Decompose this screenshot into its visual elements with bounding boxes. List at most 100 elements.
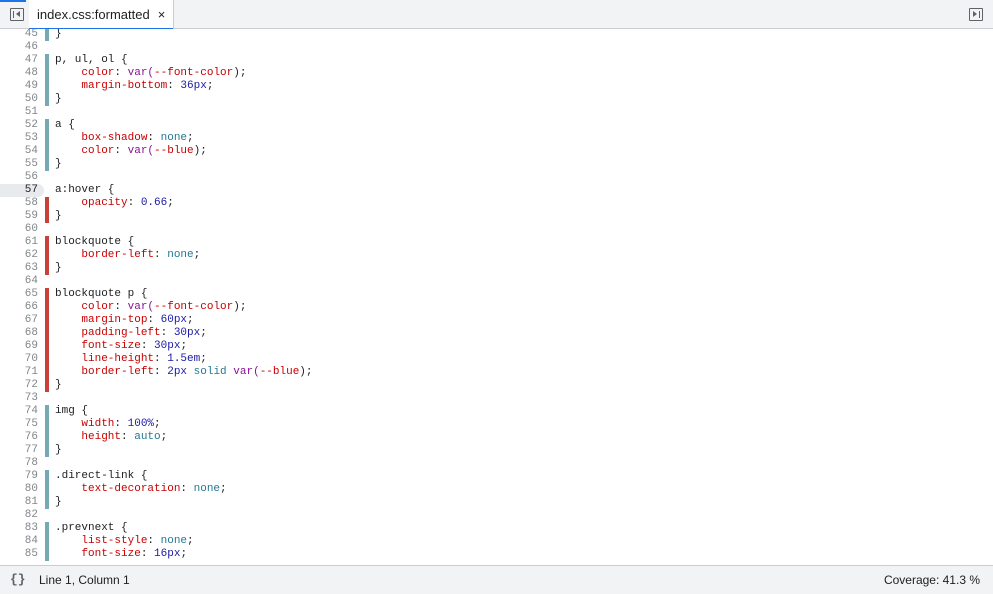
code-token: :	[154, 366, 168, 378]
coverage-unused-marker	[45, 197, 49, 210]
code-editor[interactable]: 45} 46 47 p, ul, ol {48 color: var(--font-c…	[0, 29, 993, 565]
code-line[interactable]: 65 blockquote p {	[0, 288, 993, 301]
line-number[interactable]: 55	[0, 158, 38, 171]
code-line[interactable]: 83 .prevnext {	[0, 522, 993, 535]
code-line[interactable]: 49 margin-bottom: 36px;	[0, 80, 993, 93]
line-number[interactable]: 81	[0, 496, 38, 509]
line-number[interactable]: 49	[0, 80, 38, 93]
code-line[interactable]: 79 .direct-link {	[0, 470, 993, 483]
code-token: :	[154, 353, 168, 365]
line-number[interactable]: 83	[0, 522, 38, 535]
line-number[interactable]: 82	[0, 509, 38, 522]
line-number[interactable]: 48	[0, 67, 38, 80]
line-code: color: var(--blue);	[55, 145, 206, 158]
code-line[interactable]: 60	[0, 223, 993, 236]
line-code: .prevnext {	[55, 522, 128, 535]
code-line[interactable]: 50}	[0, 93, 993, 106]
line-number[interactable]: 78	[0, 457, 38, 470]
code-line[interactable]: 55}	[0, 158, 993, 171]
line-number[interactable]: 71	[0, 366, 38, 379]
code-line[interactable]: 85 font-size: 16px;	[0, 548, 993, 561]
code-line[interactable]: 54 color: var(--blue);	[0, 145, 993, 158]
line-number[interactable]: 72	[0, 379, 38, 392]
code-line[interactable]: 51	[0, 106, 993, 119]
line-number[interactable]: 68	[0, 327, 38, 340]
code-line[interactable]: 84 list-style: none;	[0, 535, 993, 548]
code-line[interactable]: 66 color: var(--font-color);	[0, 301, 993, 314]
code-line[interactable]: 47 p, ul, ol {	[0, 54, 993, 67]
pretty-print-icon[interactable]: {}	[10, 572, 26, 587]
code-line[interactable]: 82	[0, 509, 993, 522]
code-line[interactable]: 64	[0, 275, 993, 288]
line-number[interactable]: 73	[0, 392, 38, 405]
line-number[interactable]: 60	[0, 223, 38, 236]
code-line[interactable]: 53 box-shadow: none;	[0, 132, 993, 145]
line-number[interactable]: 52	[0, 119, 38, 132]
code-token: }	[55, 262, 62, 274]
code-line[interactable]: 80 text-decoration: none;	[0, 483, 993, 496]
tab-index-css-formatted[interactable]: index.css:formatted ×	[0, 0, 175, 30]
code-line[interactable]: 73	[0, 392, 993, 405]
code-line[interactable]: 70 line-height: 1.5em;	[0, 353, 993, 366]
line-number[interactable]: 45	[0, 29, 38, 41]
code-line[interactable]: 61 blockquote {	[0, 236, 993, 249]
line-number[interactable]: 74	[0, 405, 38, 418]
code-line[interactable]: 57 a:hover {	[0, 184, 993, 197]
line-number[interactable]: 75	[0, 418, 38, 431]
navigator-arrow-glyph	[16, 11, 20, 17]
code-line[interactable]: 58 opacity: 0.66;	[0, 197, 993, 210]
line-number[interactable]: 63	[0, 262, 38, 275]
code-line[interactable]: 74 img {	[0, 405, 993, 418]
line-number[interactable]: 66	[0, 301, 38, 314]
line-number[interactable]: 77	[0, 444, 38, 457]
line-number[interactable]: 50	[0, 93, 38, 106]
code-line[interactable]: 69 font-size: 30px;	[0, 340, 993, 353]
line-number[interactable]: 56	[0, 171, 38, 184]
line-number[interactable]: 64	[0, 275, 38, 288]
code-line[interactable]: 72}	[0, 379, 993, 392]
line-number[interactable]: 84	[0, 535, 38, 548]
code-line[interactable]: 46	[0, 41, 993, 54]
code-token: }	[55, 496, 62, 508]
line-number[interactable]: 79	[0, 470, 38, 483]
code-line[interactable]: 68 padding-left: 30px;	[0, 327, 993, 340]
code-line[interactable]: 77}	[0, 444, 993, 457]
code-line[interactable]: 78	[0, 457, 993, 470]
code-line[interactable]: 75 width: 100%;	[0, 418, 993, 431]
line-number[interactable]: 53	[0, 132, 38, 145]
line-number[interactable]: 69	[0, 340, 38, 353]
code-line[interactable]: 52 a {	[0, 119, 993, 132]
coverage-used-marker	[45, 80, 49, 93]
code-line[interactable]: 45}	[0, 29, 993, 41]
code-token: ;	[180, 548, 188, 560]
line-number[interactable]: 67	[0, 314, 38, 327]
code-line[interactable]: 67 margin-top: 60px;	[0, 314, 993, 327]
line-number[interactable]: 80	[0, 483, 38, 496]
code-line[interactable]: 48 color: var(--font-color);	[0, 67, 993, 80]
code-line[interactable]: 63}	[0, 262, 993, 275]
line-number[interactable]: 57	[0, 184, 38, 197]
code-line[interactable]: 59}	[0, 210, 993, 223]
line-number[interactable]: 76	[0, 431, 38, 444]
show-navigator-icon[interactable]	[10, 8, 24, 21]
line-number[interactable]: 65	[0, 288, 38, 301]
code-line[interactable]: 62 border-left: none;	[0, 249, 993, 262]
code-line[interactable]: 71 border-left: 2px solid var(--blue);	[0, 366, 993, 379]
code-line[interactable]: 81}	[0, 496, 993, 509]
code-token: ;	[187, 535, 194, 547]
line-number[interactable]: 51	[0, 106, 38, 119]
line-number[interactable]: 85	[0, 548, 38, 561]
line-number[interactable]: 61	[0, 236, 38, 249]
line-number[interactable]: 47	[0, 54, 38, 67]
code-line[interactable]: 76 height: auto;	[0, 431, 993, 444]
line-number[interactable]: 70	[0, 353, 38, 366]
close-icon[interactable]: ×	[158, 8, 166, 21]
line-number[interactable]: 54	[0, 145, 38, 158]
line-number[interactable]: 58	[0, 197, 38, 210]
code-line[interactable]: 56	[0, 171, 993, 184]
line-number[interactable]: 59	[0, 210, 38, 223]
show-debugger-icon[interactable]	[969, 8, 983, 21]
line-number[interactable]: 62	[0, 249, 38, 262]
line-number[interactable]: 46	[0, 41, 38, 54]
code-token: ;	[154, 418, 161, 430]
